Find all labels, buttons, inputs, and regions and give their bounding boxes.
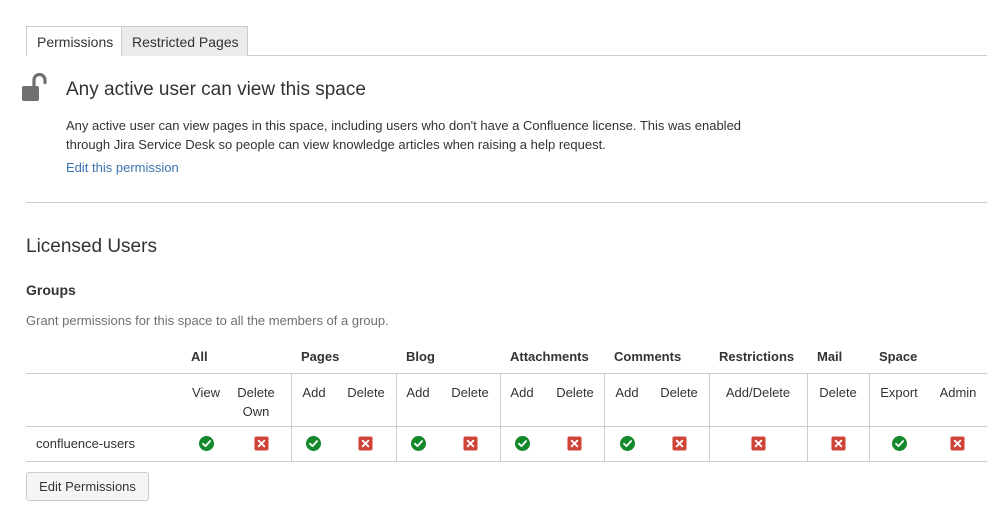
column-header-comments-add: Add — [615, 385, 639, 400]
groups-description: Grant permissions for this space to all … — [26, 313, 389, 328]
column-group-restrictions: Restrictions — [719, 349, 795, 364]
tab-permissions[interactable]: Permissions — [26, 26, 122, 56]
column-separator — [807, 373, 808, 461]
column-separator — [500, 373, 501, 461]
permission-denied-icon — [463, 436, 478, 451]
column-header-comments-delete: Delete — [660, 385, 698, 400]
permission-denied-icon — [672, 436, 687, 451]
column-group-pages: Pages — [301, 349, 340, 364]
column-header-mail-delete: Delete — [819, 385, 857, 400]
section-divider — [26, 202, 987, 203]
column-header-delete-own: Delete Own — [237, 385, 275, 419]
table-header-bottom-line — [26, 426, 987, 427]
permission-denied-icon — [950, 436, 965, 451]
public-access-description: Any active user can view pages in this s… — [66, 118, 742, 152]
column-separator — [869, 373, 870, 461]
permission-granted-icon — [306, 436, 321, 451]
column-separator — [396, 373, 397, 461]
permission-granted-icon — [515, 436, 530, 451]
column-group-all: All — [191, 349, 208, 364]
column-header-pages-delete: Delete — [347, 385, 385, 400]
permission-granted-icon — [411, 436, 426, 451]
permission-granted-icon — [892, 436, 907, 451]
permission-denied-icon — [567, 436, 582, 451]
column-separator — [291, 373, 292, 461]
licensed-users-heading: Licensed Users — [26, 236, 157, 257]
permission-denied-icon — [751, 436, 766, 451]
edit-permissions-button[interactable]: Edit Permissions — [26, 472, 149, 501]
column-group-mail: Mail — [817, 349, 843, 364]
tab-restricted-pages[interactable]: Restricted Pages — [122, 26, 248, 56]
column-group-comments: Comments — [614, 349, 682, 364]
column-header-view: View — [192, 385, 220, 400]
column-group-attachments: Attachments — [510, 349, 589, 364]
column-header-attachments-delete: Delete — [556, 385, 594, 400]
table-header-top-line — [26, 373, 987, 374]
column-header-blog-add: Add — [406, 385, 430, 400]
table-bottom-line — [26, 461, 987, 462]
column-separator — [709, 373, 710, 461]
column-header-pages-add: Add — [302, 385, 326, 400]
column-group-blog: Blog — [406, 349, 435, 364]
groups-heading: Groups — [26, 282, 76, 298]
permission-denied-icon — [254, 436, 269, 451]
column-header-space-export: Export — [880, 385, 918, 400]
column-header-attachments-add: Add — [510, 385, 534, 400]
edit-this-permission-link[interactable]: Edit this permission — [66, 160, 179, 175]
public-access-title: Any active user can view this space — [66, 79, 366, 100]
group-name: confluence-users — [36, 436, 135, 451]
permission-granted-icon — [620, 436, 635, 451]
column-group-space: Space — [879, 349, 918, 364]
permission-denied-icon — [358, 436, 373, 451]
column-header-blog-delete: Delete — [451, 385, 489, 400]
unlocked-padlock-icon — [22, 72, 47, 101]
permission-denied-icon — [831, 436, 846, 451]
permission-granted-icon — [199, 436, 214, 451]
column-header-restrictions-add-delete: Add/Delete — [725, 385, 791, 400]
column-separator — [604, 373, 605, 461]
column-header-space-admin: Admin — [939, 385, 977, 400]
